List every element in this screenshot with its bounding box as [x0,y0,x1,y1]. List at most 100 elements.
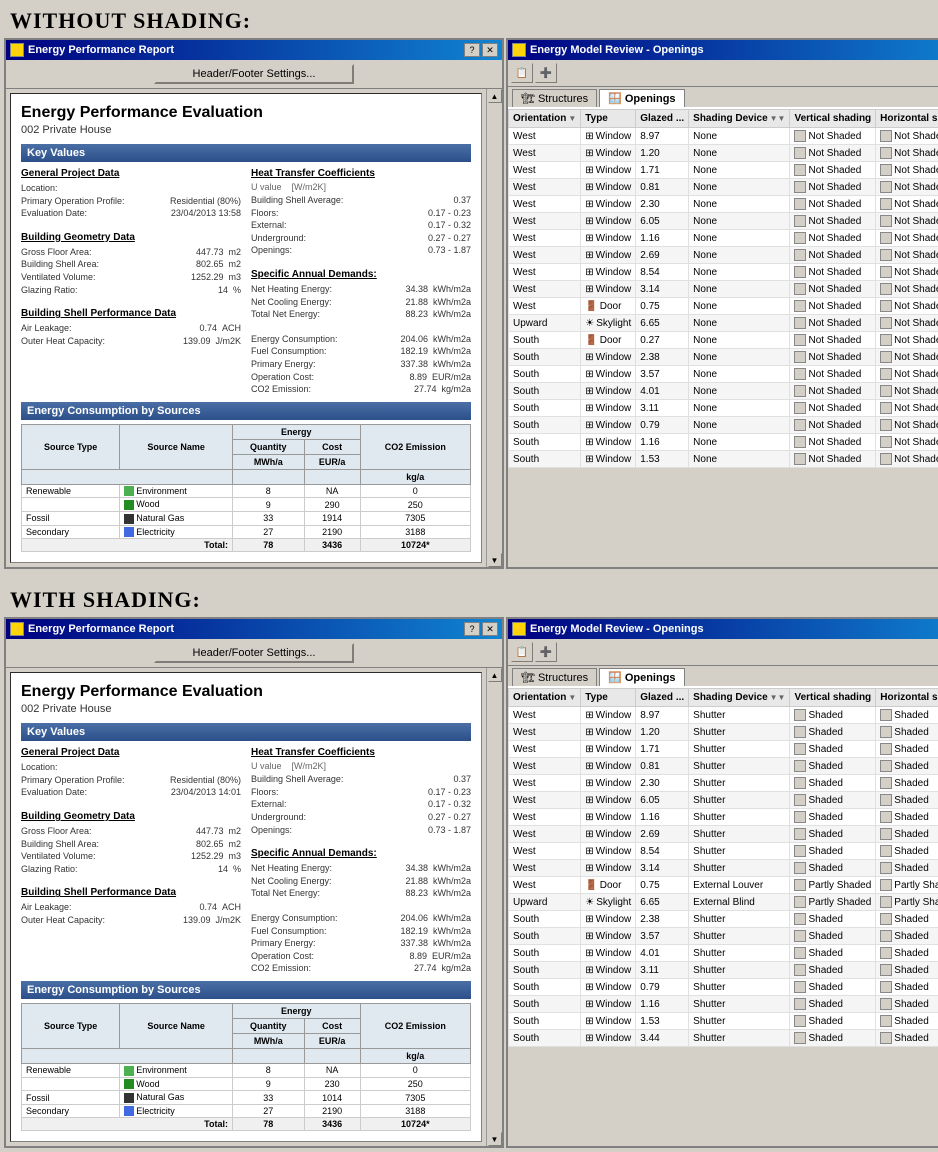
openings-icon-top: 🪟 [608,92,622,105]
close-button-bottom[interactable]: ✕ [482,622,498,636]
vent-vol-label-bottom: Ventilated Volume: [21,850,96,863]
cell-device: Shutter [689,809,790,826]
table-row: South ⊞Window 3.57 Shutter Shaded Shaded [509,928,938,945]
table-row: West ⊞Window 6.05 None Not Shaded Not Sh… [509,213,938,230]
openings-row-bottom: Openings: 0.73 - 1.87 [251,824,471,837]
horizontal-shading-text: Not Shaded [894,301,938,312]
vertical-shading-icon [794,164,806,176]
cell-type: ⊞Window [581,792,636,809]
table-row: West 🚪Door 0.75 None Not Shaded Not Shad… [509,298,938,315]
cell-vertical: Shaded [790,860,876,877]
cell-type: 🚪Door [581,298,636,315]
cell-device: None [689,145,790,162]
structures-icon-bottom: 🏗 [521,671,535,684]
left-data-section-top: General Project Data Location: Primary O… [21,168,241,396]
gross-floor-label-bottom: Gross Floor Area: [21,825,92,838]
epr-titlebar-bottom: ⚡ Energy Performance Report ? ✕ [6,619,502,639]
vertical-shading-icon [794,334,806,346]
total-row-bottom: Total: 78 3436 10724* [22,1118,471,1131]
epr-titlebar-top: ⚡ Energy Performance Report ? ✕ [6,40,502,60]
vent-vol-value-top: 1252.29 m3 [191,271,241,284]
cell-vertical: Not Shaded [790,383,876,400]
cell-orientation: South [509,451,581,468]
vertical-shading-text: Shaded [808,829,842,840]
horizontal-shading-text: Not Shaded [894,233,938,244]
tab-structures-top[interactable]: 🏗 Structures [512,89,597,107]
vent-vol-label-top: Ventilated Volume: [21,271,96,284]
cell-device: Shutter [689,843,790,860]
shading-device-filter-bottom[interactable]: ▼▼ [770,693,786,702]
horizontal-shading-text: Not Shaded [894,386,938,397]
table-row: South ⊞Window 4.01 Shutter Shaded Shaded [509,945,938,962]
vertical-shading-icon [794,1032,806,1044]
titlebar-buttons-top: ? ✕ [464,43,498,57]
location-row-bottom: Location: [21,761,241,774]
eval-date-label-top: Evaluation Date: [21,207,87,220]
vertical-shading-icon [794,896,806,908]
cell-glazed: 3.44 [636,1030,689,1047]
tab-openings-bottom[interactable]: 🪟 Openings [599,668,684,686]
naturalgas-cost-top: 1914 [304,511,360,525]
cell-vertical: Not Shaded [790,332,876,349]
cell-glazed: 3.14 [636,281,689,298]
emr-btn1-bottom[interactable]: 📋 [511,642,533,662]
cell-device: Shutter [689,911,790,928]
cell-horizontal: Partly Shaded [876,877,938,894]
help-button-top[interactable]: ? [464,43,480,57]
cell-type: ⊞Window [581,281,636,298]
cell-horizontal: Shaded [876,1030,938,1047]
co2-value-top: 27.74 kg/m2a [414,383,471,396]
horizontal-shading-icon [880,845,892,857]
cell-glazed: 1.20 [636,724,689,741]
titlebar-buttons-bottom: ? ✕ [464,622,498,636]
header-footer-btn-top[interactable]: Header/Footer Settings... [154,64,354,84]
emr-btn2-top[interactable]: ➕ [535,63,557,83]
horizontal-shading-text: Not Shaded [894,182,938,193]
close-button-top[interactable]: ✕ [482,43,498,57]
horizontal-shading-icon [880,811,892,823]
naturalgas-cost-bottom: 1014 [304,1091,360,1105]
epr-subtitle-top: 002 Private House [21,124,471,136]
vertical-shading-text: Shaded [808,710,842,721]
scroll-down-top[interactable]: ▼ [488,553,502,567]
vertical-shading-icon [794,879,806,891]
table-row: South ⊞Window 0.79 None Not Shaded Not S… [509,417,938,434]
operation-row-bottom: Primary Operation Profile: Residential (… [21,774,241,787]
cell-orientation: West [509,247,581,264]
cell-glazed: 2.38 [636,911,689,928]
primary-energy-value-bottom: 337.38 kWh/m2a [400,937,471,950]
fuel-cons-row-bottom: Fuel Consumption: 182.19 kWh/m2a [251,925,471,938]
cell-glazed: 0.79 [636,417,689,434]
gross-floor-label-top: Gross Floor Area: [21,246,92,259]
th-type-bottom: Type [581,689,636,707]
emr-btn1-top[interactable]: 📋 [511,63,533,83]
left-data-section-bottom: General Project Data Location: Primary O… [21,747,241,975]
sources-table-top: Source Type Source Name Energy CO2 Emiss… [21,424,471,553]
help-button-bottom[interactable]: ? [464,622,480,636]
cell-horizontal: Shaded [876,843,938,860]
tab-structures-bottom[interactable]: 🏗 Structures [512,668,597,686]
cell-type: ⊞Window [581,162,636,179]
scroll-up-top[interactable]: ▲ [488,89,502,103]
vertical-shading-text: Not Shaded [808,165,861,176]
table-row: Secondary Electricity 27 2190 3188 [22,1104,471,1118]
with-shading-label: With shading: [0,579,938,617]
op-cost-row-top: Operation Cost: 8.89 EUR/m2a [251,371,471,384]
heat-cap-row-top: Outer Heat Capacity: 139.09 J/m2K [21,335,241,348]
scroll-up-bottom[interactable]: ▲ [488,668,502,682]
scroll-down-bottom[interactable]: ▼ [488,1132,502,1146]
total-cost-top: 3436 [304,539,360,552]
environment-qty-top: 8 [232,484,304,498]
bsa-row-bottom: Building Shell Average: 0.37 [251,773,471,786]
header-footer-btn-bottom[interactable]: Header/Footer Settings... [154,643,354,663]
orientation-filter-icon-bottom[interactable]: ▼ [568,693,576,702]
naturalgas-co2-top: 7305 [360,511,470,525]
tab-openings-top[interactable]: 🪟 Openings [599,89,684,107]
orientation-filter-icon-top[interactable]: ▼ [568,114,576,123]
shell-area-row-bottom: Building Shell Area: 802.65 m2 [21,838,241,851]
emr-btn2-bottom[interactable]: ➕ [535,642,557,662]
electricity-co2-bottom: 3188 [360,1104,470,1118]
cell-type: ⊞Window [581,417,636,434]
shading-device-filter-top[interactable]: ▼▼ [770,114,786,123]
cell-glazed: 3.57 [636,366,689,383]
